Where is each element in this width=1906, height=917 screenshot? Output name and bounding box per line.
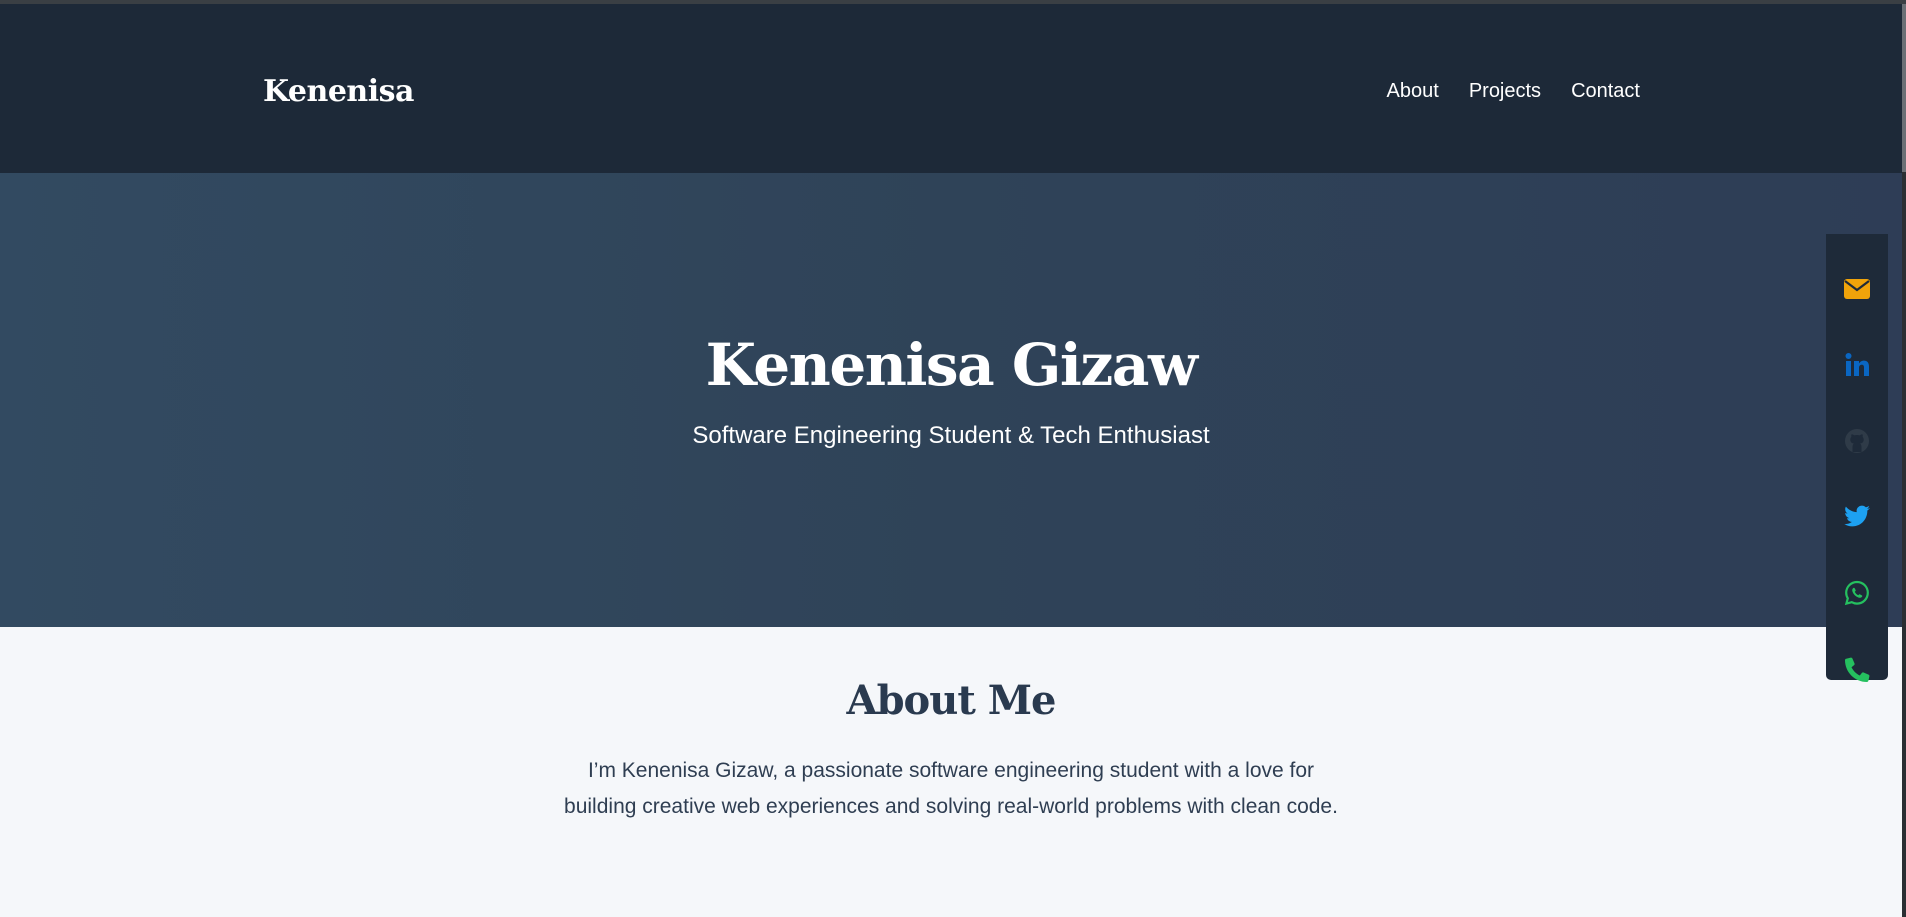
social-email-link[interactable] (1826, 269, 1888, 309)
about-text-line-2: building creative web experiences and so… (564, 795, 1338, 818)
about-text-line-1: I’m Kenenisa Gizaw, a passionate softwar… (587, 759, 1315, 782)
hero-title: Kenenisa Gizaw (705, 331, 1198, 399)
about-text: I’m Kenenisa Gizaw, a passionate softwar… (501, 753, 1401, 825)
social-sidebar (1826, 234, 1888, 682)
hero-subtitle: Software Engineering Student & Tech Enth… (692, 422, 1210, 449)
brand-logo[interactable]: Kenenisa (263, 74, 414, 109)
about-title: About Me (846, 677, 1057, 724)
hero-section: Kenenisa Gizaw Software Engineering Stud… (0, 173, 1906, 627)
whatsapp-icon (1844, 580, 1869, 606)
email-icon (1844, 279, 1870, 299)
nav-link-contact[interactable]: Contact (1571, 80, 1640, 103)
nav-link-projects[interactable]: Projects (1469, 80, 1541, 103)
about-section: About Me I’m Kenenisa Gizaw, a passionat… (0, 627, 1906, 917)
social-whatsapp-link[interactable] (1826, 573, 1888, 613)
scrollbar-thumb[interactable] (1902, 4, 1906, 172)
social-github-link[interactable] (1826, 421, 1888, 461)
phone-icon (1845, 657, 1870, 682)
twitter-icon (1844, 505, 1870, 527)
social-linkedin-link[interactable] (1826, 345, 1888, 385)
navbar: Kenenisa About Projects Contact (0, 4, 1906, 173)
linkedin-icon (1845, 353, 1869, 376)
social-twitter-link[interactable] (1826, 497, 1888, 537)
nav-links: About Projects Contact (1387, 80, 1640, 103)
social-phone-link[interactable] (1826, 649, 1888, 689)
nav-link-about[interactable]: About (1387, 80, 1439, 103)
page: Kenenisa About Projects Contact Kenenisa… (0, 0, 1906, 917)
github-icon (1845, 429, 1869, 453)
